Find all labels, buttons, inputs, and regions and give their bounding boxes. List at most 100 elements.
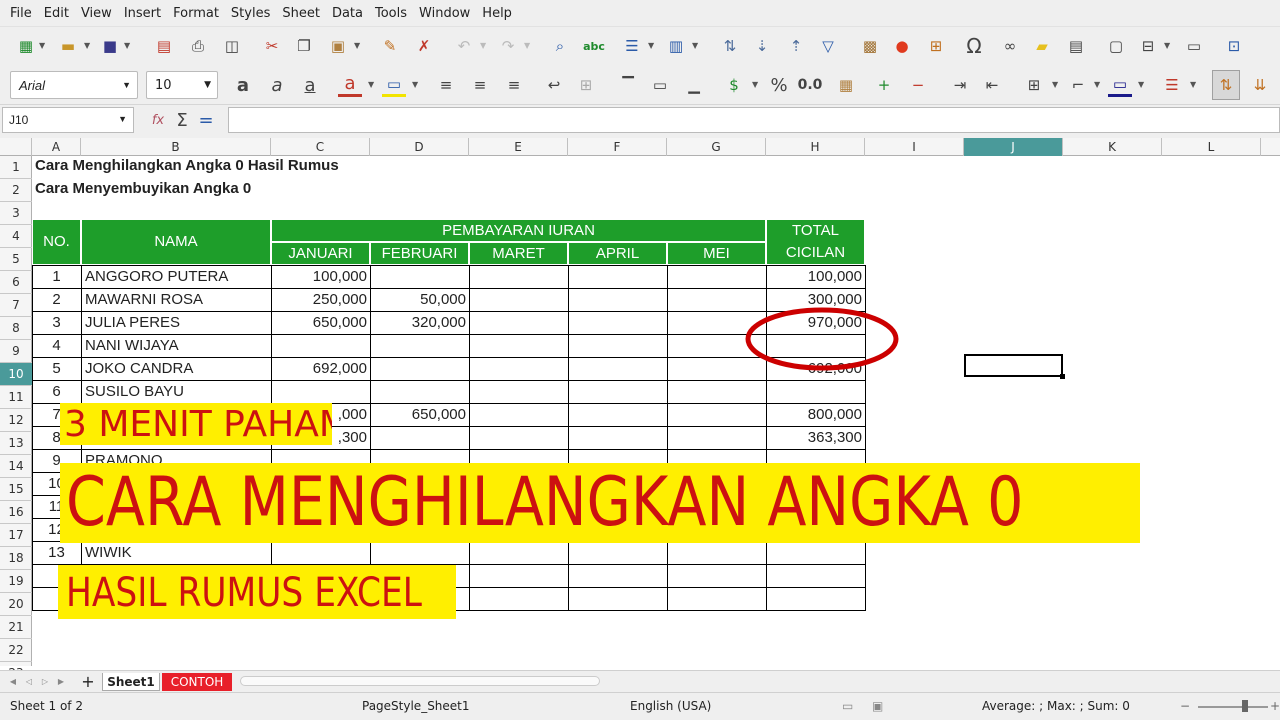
currency-format-icon[interactable]: $	[722, 73, 746, 97]
zoom-out-icon[interactable]: −	[1180, 699, 1190, 713]
column-dropdown-icon[interactable]: ▼	[692, 41, 698, 50]
font-size-dropdown-icon[interactable]: ▼	[204, 80, 211, 90]
row-header[interactable]: 14	[0, 455, 32, 478]
undo-dropdown-icon[interactable]: ▼	[480, 41, 486, 50]
col-header-k[interactable]: K	[1063, 138, 1162, 156]
autofilter-icon[interactable]: ▽	[816, 34, 840, 58]
wrap-text-icon[interactable]: ↩	[542, 73, 566, 97]
decrease-indent-icon[interactable]: ⇤	[980, 73, 1004, 97]
row-header[interactable]: 21	[0, 616, 32, 639]
header-no[interactable]: NO.	[32, 219, 81, 265]
align-bottom-icon[interactable]: ▁	[682, 73, 706, 97]
add-decimal-icon[interactable]: +	[872, 73, 896, 97]
name-box[interactable]: J10 ▼	[2, 107, 134, 133]
cell-no[interactable]: 5	[32, 357, 81, 380]
border-style-icon[interactable]: ⌐	[1066, 73, 1090, 97]
currency-dropdown-icon[interactable]: ▼	[752, 80, 758, 89]
row-header[interactable]: 17	[0, 524, 32, 547]
clone-formatting-icon[interactable]: ✎	[378, 34, 402, 58]
zoom-slider-thumb[interactable]	[1242, 700, 1248, 712]
menu-format[interactable]: Format	[167, 6, 225, 21]
hyperlink-icon[interactable]: ∞	[998, 34, 1022, 58]
sort-ascending-icon[interactable]: ⇣	[750, 34, 774, 58]
show-draw-functions-icon[interactable]: ⊡	[1222, 34, 1246, 58]
header-total-line1[interactable]: TOTAL	[766, 219, 865, 242]
bold-icon[interactable]: a	[231, 73, 255, 97]
insert-chart-icon[interactable]: ●	[890, 34, 914, 58]
cell-februari[interactable]: 320,000	[370, 311, 466, 334]
menu-file[interactable]: File	[4, 6, 38, 21]
row-header[interactable]: 8	[0, 317, 32, 340]
col-header-c[interactable]: C	[271, 138, 370, 156]
menu-tools[interactable]: Tools	[369, 6, 413, 21]
align-left-icon[interactable]: ≡	[434, 73, 458, 97]
row-header[interactable]: 15	[0, 478, 32, 501]
merge-cells-icon[interactable]: ⊞	[574, 73, 598, 97]
col-header-d[interactable]: D	[370, 138, 469, 156]
next-sheet-icon[interactable]: ▷	[38, 671, 52, 691]
save-icon[interactable]: ■	[98, 34, 122, 58]
cut-icon[interactable]: ✂	[260, 34, 284, 58]
menu-view[interactable]: View	[75, 6, 118, 21]
freeze-rows-icon[interactable]: ⊟	[1136, 34, 1160, 58]
sort-descending-icon[interactable]: ⇡	[784, 34, 808, 58]
export-pdf-icon[interactable]: ▤	[152, 34, 176, 58]
cell-total[interactable]: 363,300	[766, 426, 862, 449]
add-sheet-icon[interactable]: +	[78, 671, 98, 691]
header-pembayaran[interactable]: PEMBAYARAN IURAN	[271, 219, 766, 242]
col-header-l[interactable]: L	[1162, 138, 1261, 156]
cell-nama[interactable]: WIWIK	[85, 541, 269, 564]
align-middle-icon[interactable]: ▭	[648, 73, 672, 97]
menu-styles[interactable]: Styles	[225, 6, 276, 21]
copy-icon[interactable]: ❐	[292, 34, 316, 58]
font-color-icon[interactable]: a	[338, 73, 362, 97]
cell-no[interactable]: 4	[32, 334, 81, 357]
align-top-icon[interactable]: ▔	[616, 73, 640, 97]
row-header[interactable]: 3	[0, 202, 32, 225]
cell-nama[interactable]: MAWARNI ROSA	[85, 288, 269, 311]
row-header[interactable]: 13	[0, 432, 32, 455]
align-center-icon[interactable]: ≡	[468, 73, 492, 97]
header-month-mei[interactable]: MEI	[667, 242, 766, 265]
header-month-april[interactable]: APRIL	[568, 242, 667, 265]
row-header[interactable]: 4	[0, 225, 32, 248]
pivot-table-icon[interactable]: ⊞	[924, 34, 948, 58]
number-format-icon[interactable]: 0.0	[798, 73, 823, 97]
new-document-icon[interactable]: ▦	[14, 34, 38, 58]
underline-icon[interactable]: a	[298, 73, 322, 97]
cell-no[interactable]: 6	[32, 380, 81, 403]
print-preview-icon[interactable]: ◫	[220, 34, 244, 58]
menu-edit[interactable]: Edit	[38, 6, 75, 21]
border-color-dropdown-icon[interactable]: ▼	[1138, 80, 1144, 89]
col-header-j[interactable]: J	[964, 138, 1063, 156]
formula-icon[interactable]: =	[194, 108, 218, 132]
redo-icon[interactable]: ↷	[496, 34, 520, 58]
title-line-1[interactable]: Cara Menghilangkan Angka 0 Hasil Rumus	[35, 156, 339, 177]
freeze-dropdown-icon[interactable]: ▼	[1164, 41, 1170, 50]
special-character-icon[interactable]: Ω	[962, 34, 986, 58]
select-all-corner[interactable]	[0, 138, 32, 156]
menu-sheet[interactable]: Sheet	[276, 6, 326, 21]
sheet-tab-contoh[interactable]: CONTOH	[162, 673, 232, 691]
cell-januari[interactable]: 650,000	[271, 311, 367, 334]
menu-insert[interactable]: Insert	[118, 6, 167, 21]
comment-icon[interactable]: ▰	[1030, 34, 1054, 58]
define-print-area-icon[interactable]: ▢	[1104, 34, 1128, 58]
row-header[interactable]: 12	[0, 409, 32, 432]
borders-dropdown-icon[interactable]: ▼	[1052, 80, 1058, 89]
new-dropdown-icon[interactable]: ▼	[39, 41, 45, 50]
print-icon[interactable]: ⎙	[186, 34, 210, 58]
col-header-h[interactable]: H	[766, 138, 865, 156]
col-header-a[interactable]: A	[32, 138, 81, 156]
open-folder-icon[interactable]: ▬	[56, 34, 80, 58]
row-header[interactable]: 9	[0, 340, 32, 363]
row-dropdown-icon[interactable]: ▼	[648, 41, 654, 50]
borders-icon[interactable]: ⊞	[1022, 73, 1046, 97]
cell-nama[interactable]: SUSILO BAYU	[85, 380, 269, 403]
formula-input[interactable]	[228, 107, 1280, 133]
row-header[interactable]: 5	[0, 248, 32, 271]
row-header[interactable]: 18	[0, 547, 32, 570]
percent-format-icon[interactable]: %	[767, 73, 791, 97]
selection-mode-icon[interactable]: ▭	[842, 699, 853, 713]
zoom-slider[interactable]	[1198, 706, 1268, 708]
